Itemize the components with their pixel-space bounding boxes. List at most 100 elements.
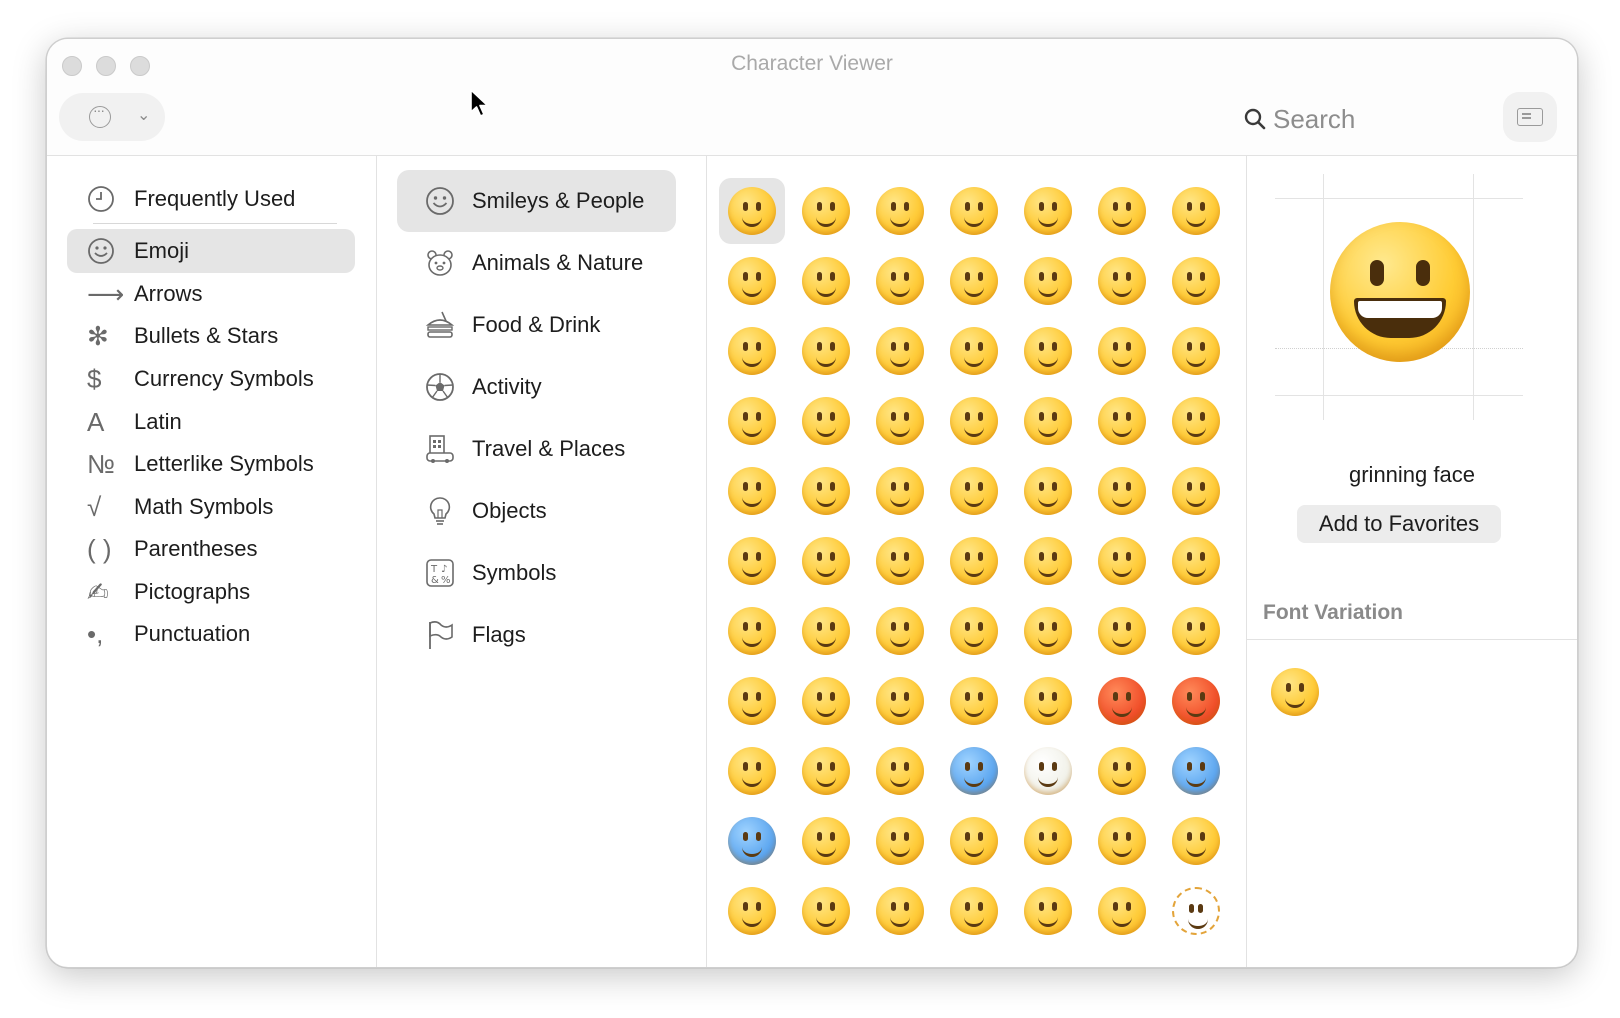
emoji-cell[interactable] (1089, 388, 1155, 454)
emoji-cell[interactable] (793, 458, 859, 524)
emoji-cell[interactable] (1163, 878, 1229, 944)
emoji-cell[interactable] (941, 388, 1007, 454)
emoji-cell[interactable] (1089, 808, 1155, 874)
emoji-cell[interactable] (793, 878, 859, 944)
emoji-cell[interactable] (941, 248, 1007, 314)
emoji-cell[interactable] (867, 878, 933, 944)
emoji-cell[interactable] (793, 668, 859, 734)
emoji-cell[interactable] (1089, 458, 1155, 524)
emoji-cell[interactable] (867, 668, 933, 734)
emoji-cell[interactable] (941, 808, 1007, 874)
emoji-cell[interactable] (941, 738, 1007, 804)
emoji-cell[interactable] (1163, 458, 1229, 524)
category-smileys-people[interactable]: Smileys & People (397, 170, 676, 232)
emoji-cell[interactable] (867, 738, 933, 804)
emoji-cell[interactable] (793, 318, 859, 384)
grinning-face-variation-icon[interactable] (1271, 668, 1319, 716)
emoji-cell[interactable] (793, 808, 859, 874)
emoji-cell[interactable] (941, 178, 1007, 244)
emoji-cell[interactable] (1089, 248, 1155, 314)
emoji-cell[interactable] (1015, 178, 1081, 244)
emoji-cell[interactable] (793, 738, 859, 804)
category-symbols[interactable]: T ♪ &% Symbols (397, 542, 676, 604)
emoji-cell[interactable] (719, 668, 785, 734)
emoji-cell[interactable] (867, 458, 933, 524)
sidebar-item-letterlike-symbols[interactable]: № Letterlike Symbols (67, 442, 355, 486)
emoji-cell[interactable] (1089, 738, 1155, 804)
emoji-cell[interactable] (1015, 878, 1081, 944)
sidebar-item-bullets-stars[interactable]: ✻ Bullets & Stars (67, 314, 355, 358)
sidebar-item-arrows[interactable]: ⟶ Arrows (67, 272, 355, 316)
emoji-cell[interactable] (867, 178, 933, 244)
category-objects[interactable]: Objects (397, 480, 676, 542)
emoji-cell[interactable] (719, 318, 785, 384)
emoji-cell[interactable] (719, 808, 785, 874)
emoji-cell[interactable] (719, 738, 785, 804)
emoji-cell[interactable] (793, 388, 859, 454)
emoji-cell[interactable] (1163, 388, 1229, 454)
keyboard-viewer-button[interactable] (1503, 92, 1557, 142)
emoji-cell[interactable] (941, 318, 1007, 384)
emoji-cell[interactable] (1089, 178, 1155, 244)
emoji-cell[interactable] (793, 528, 859, 594)
emoji-cell[interactable] (1089, 878, 1155, 944)
emoji-cell[interactable] (1015, 388, 1081, 454)
emoji-cell[interactable] (1163, 248, 1229, 314)
emoji-cell[interactable] (1163, 738, 1229, 804)
sidebar-item-parentheses[interactable]: ( ) Parentheses (67, 527, 355, 571)
emoji-cell[interactable] (941, 598, 1007, 664)
emoji-cell[interactable] (1163, 598, 1229, 664)
sidebar-item-frequently-used[interactable]: Frequently Used (67, 177, 355, 221)
add-to-favorites-button[interactable]: Add to Favorites (1297, 505, 1501, 543)
emoji-cell[interactable] (1015, 248, 1081, 314)
sidebar-item-pictographs[interactable]: ✍ Pictographs (67, 570, 355, 614)
action-menu-button[interactable]: ⌄ (59, 93, 165, 141)
emoji-cell[interactable] (941, 668, 1007, 734)
category-food-drink[interactable]: Food & Drink (397, 294, 676, 356)
emoji-cell[interactable] (867, 388, 933, 454)
emoji-cell[interactable] (793, 248, 859, 314)
emoji-cell[interactable] (1015, 738, 1081, 804)
emoji-cell[interactable] (867, 528, 933, 594)
emoji-cell[interactable] (719, 388, 785, 454)
sidebar-item-currency-symbols[interactable]: $ Currency Symbols (67, 357, 355, 401)
emoji-cell[interactable] (941, 528, 1007, 594)
emoji-cell[interactable] (1163, 528, 1229, 594)
emoji-cell[interactable] (867, 808, 933, 874)
emoji-cell[interactable] (1089, 668, 1155, 734)
emoji-cell[interactable] (941, 878, 1007, 944)
emoji-cell[interactable] (1163, 668, 1229, 734)
sidebar-item-emoji[interactable]: Emoji (67, 229, 355, 273)
sidebar-item-latin[interactable]: A Latin (67, 400, 355, 444)
emoji-cell[interactable] (867, 318, 933, 384)
emoji-cell[interactable] (1015, 318, 1081, 384)
emoji-cell[interactable] (719, 598, 785, 664)
category-activity[interactable]: Activity (397, 356, 676, 418)
emoji-cell[interactable] (1163, 178, 1229, 244)
emoji-cell[interactable] (1015, 528, 1081, 594)
emoji-cell[interactable] (1089, 318, 1155, 384)
sidebar-item-punctuation[interactable]: •, Punctuation (67, 612, 355, 656)
emoji-cell[interactable] (1015, 598, 1081, 664)
emoji-cell[interactable] (719, 878, 785, 944)
category-flags[interactable]: Flags (397, 604, 676, 666)
emoji-cell[interactable] (719, 178, 785, 244)
emoji-cell[interactable] (1015, 668, 1081, 734)
emoji-cell[interactable] (1089, 528, 1155, 594)
emoji-cell[interactable] (793, 178, 859, 244)
emoji-cell[interactable] (1163, 318, 1229, 384)
emoji-cell[interactable] (867, 598, 933, 664)
emoji-cell[interactable] (1163, 808, 1229, 874)
category-travel-places[interactable]: Travel & Places (397, 418, 676, 480)
emoji-cell[interactable] (719, 528, 785, 594)
emoji-cell[interactable] (867, 248, 933, 314)
search-field[interactable]: Search (1243, 99, 1355, 139)
emoji-cell[interactable] (1089, 598, 1155, 664)
emoji-cell[interactable] (719, 248, 785, 314)
emoji-cell[interactable] (793, 598, 859, 664)
emoji-cell[interactable] (719, 458, 785, 524)
category-animals-nature[interactable]: Animals & Nature (397, 232, 676, 294)
sidebar-item-math-symbols[interactable]: √ Math Symbols (67, 485, 355, 529)
emoji-cell[interactable] (1015, 458, 1081, 524)
emoji-cell[interactable] (941, 458, 1007, 524)
